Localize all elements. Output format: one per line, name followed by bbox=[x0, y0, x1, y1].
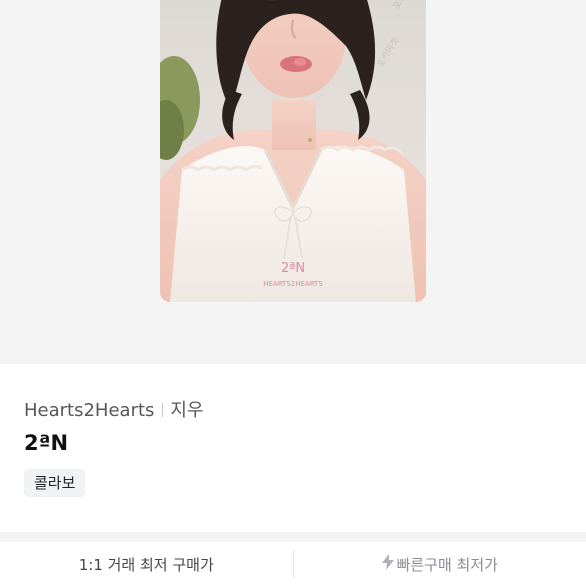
price-tab-bar: 1:1 거래 최저 구매가 빠른구매 최저가 bbox=[0, 542, 586, 586]
photocard-image[interactable]: 포카마켓 포카마켓 2ªN HEARTS2HEARTS bbox=[160, 0, 426, 302]
breadcrumb-divider bbox=[162, 403, 164, 417]
tab-direct-trade-lowest-price[interactable]: 1:1 거래 최저 구매가 bbox=[0, 542, 293, 586]
artist-name[interactable]: Hearts2Hearts bbox=[24, 400, 154, 421]
quick-buy-label: 빠른구매 최저가 bbox=[396, 555, 498, 574]
photocard-illustration: 포카마켓 포카마켓 2ªN HEARTS2HEARTS bbox=[160, 0, 426, 302]
breadcrumb: Hearts2Hearts 지우 bbox=[24, 396, 204, 422]
section-divider bbox=[0, 532, 586, 542]
photo-area: 포카마켓 포카마켓 2ªN HEARTS2HEARTS bbox=[0, 0, 586, 364]
photocard-caption-main: 2ªN bbox=[281, 261, 305, 276]
lightning-bolt-icon bbox=[381, 554, 394, 574]
category-tag[interactable]: 콜라보 bbox=[24, 469, 86, 497]
page: 포카마켓 포카마켓 2ªN HEARTS2HEARTS Hearts2Heart… bbox=[0, 0, 586, 586]
photocard-caption-sub: HEARTS2HEARTS bbox=[263, 280, 323, 288]
member-name[interactable]: 지우 bbox=[170, 400, 203, 421]
direct-trade-label: 1:1 거래 최저 구매가 bbox=[78, 555, 214, 574]
product-info: Hearts2Hearts 지우 2ªN 콜라보 bbox=[0, 364, 586, 532]
tab-quick-buy-lowest-price[interactable]: 빠른구매 최저가 bbox=[294, 542, 586, 586]
product-title: 2ªN bbox=[24, 431, 69, 455]
